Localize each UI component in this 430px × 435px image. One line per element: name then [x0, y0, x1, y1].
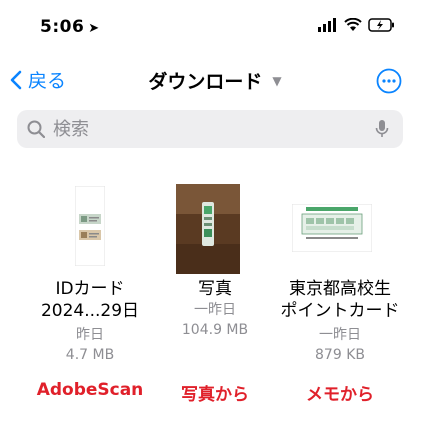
location-arrow-icon: ➤	[88, 21, 100, 36]
file-date: 昨日	[76, 327, 104, 343]
file-size: 4.7 MB	[65, 347, 115, 363]
file-item[interactable]: IDカード 2024...29日 昨日 4.7 MB AdobeScan	[20, 180, 160, 435]
file-size: 104.9 MB	[181, 322, 249, 338]
more-options-button[interactable]	[376, 68, 402, 98]
status-bar: 5:06 ➤	[0, 0, 430, 56]
file-tag: AdobeScan	[36, 380, 144, 400]
folder-title[interactable]: ダウンロード ▼	[0, 67, 430, 94]
file-date: 一昨日	[194, 302, 236, 318]
search-icon	[27, 120, 45, 138]
microphone-icon[interactable]	[375, 119, 389, 139]
file-name-line2: 2024...29日	[40, 301, 140, 321]
file-tag: 写真から	[181, 385, 249, 405]
navigation-bar: 戻る ダウンロード ▼	[0, 56, 430, 106]
chevron-down-icon: ▼	[272, 73, 282, 88]
file-thumbnail	[292, 204, 372, 252]
file-date: 一昨日	[319, 327, 361, 343]
file-size: 879 KB	[315, 347, 365, 363]
battery-icon	[368, 18, 394, 32]
search-input[interactable]	[53, 118, 353, 140]
status-icons	[318, 18, 396, 32]
status-time: 5:06 ➤	[40, 17, 100, 37]
file-name-line1: 写真	[198, 279, 232, 299]
folder-title-text: ダウンロード	[148, 71, 263, 93]
file-name-line1: IDカード	[55, 279, 125, 299]
file-thumbnail	[176, 184, 240, 274]
file-item[interactable]: 東京都高校生 ポイントカード 一昨日 879 KB メモから	[270, 180, 410, 435]
ellipsis-circle-icon	[376, 68, 402, 94]
wifi-icon	[344, 18, 362, 31]
file-tag: メモから	[306, 385, 374, 405]
time-text: 5:06	[40, 17, 85, 37]
file-name-line2: ポイントカード	[280, 301, 400, 321]
file-thumbnail	[75, 186, 105, 266]
file-name-line1: 東京都高校生	[289, 279, 391, 299]
search-bar[interactable]	[17, 110, 403, 148]
cellular-signal-icon	[318, 18, 336, 32]
file-item[interactable]: 写真 一昨日 104.9 MB 写真から	[145, 180, 285, 435]
